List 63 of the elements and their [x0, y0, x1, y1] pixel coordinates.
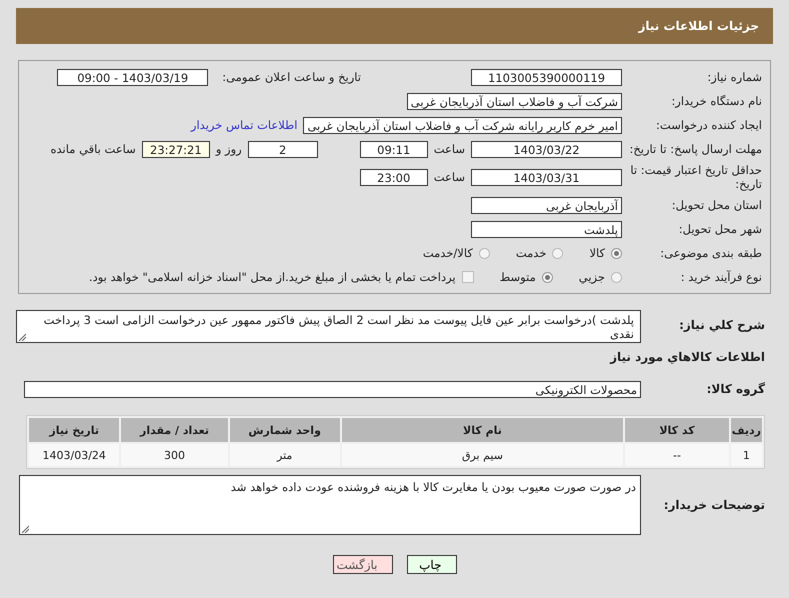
radio-button[interactable] [478, 248, 490, 258]
option-label: جزیي [578, 270, 605, 284]
column-header: تاریخ نیاز [29, 418, 120, 442]
table-cell: متر [230, 444, 340, 466]
date-field: 1403/03/22 [471, 140, 622, 158]
requester-field: امیر خرم کاربر رایانه شرکت آب و فاضلاب استان آذربایجان غربی [303, 116, 622, 134]
resize-grip-icon[interactable] [21, 525, 29, 533]
option-label: کالا/خدمت [422, 246, 473, 260]
option-label: متوسط [500, 270, 536, 284]
remaining-time-field: 23:27:21 [142, 140, 210, 158]
checkbox[interactable] [462, 271, 474, 283]
field-label: شماره نیاز: [706, 70, 762, 84]
field-label: ایجاد کننده درخواست: [655, 118, 762, 132]
time-field: 09:11 [360, 140, 428, 158]
column-header: کد کالا [625, 418, 729, 442]
radio-button[interactable] [611, 248, 622, 258]
column-header: نام کالا [342, 418, 624, 442]
field-label: نام دستگاه خریدار: [670, 94, 762, 108]
field-label: شرح کلي نياز: [678, 317, 765, 332]
field-label: طبقه بندی موضوعی: [659, 246, 762, 260]
table-cell: سیم برق [342, 444, 624, 466]
goods-group-field: محصولات الکترونیکی [24, 380, 641, 398]
description-field[interactable]: پلدشت )درخواست برابر عین فایل پیوست مد نظر است 2 الصاق پیش فاکتور ممهور عین درخواست الزامی است 3 پرداخت نقدی [16, 310, 641, 343]
field-label: شهر محل تحویل: [678, 222, 762, 236]
column-header: تعداد / مقدار [121, 418, 228, 442]
province-field: آذربایجان غربی [471, 196, 622, 214]
print-button[interactable]: چاپ [406, 555, 456, 574]
buyer-org-field: شرکت آب و فاضلاب استان آذربایجان غربی [406, 92, 622, 110]
field-label: استان محل تحویل: [670, 198, 762, 212]
field-label: توضیحات خریدار: [662, 498, 765, 512]
need-number-field: 1103005390000119 [471, 68, 622, 86]
resize-grip-icon[interactable] [18, 333, 26, 341]
table-cell: 1 [730, 444, 762, 466]
field-label: ساعت [434, 170, 465, 184]
radio-button[interactable] [552, 248, 564, 258]
option-label: کالا [589, 246, 605, 260]
column-header: ردیف [730, 418, 762, 442]
table-cell: 300 [121, 444, 228, 466]
field-label: نوع فرآیند خرید : [680, 270, 762, 284]
field-label: ساعت [434, 142, 465, 156]
city-field: پلدشت [471, 220, 622, 238]
announce-date-field: 1403/03/19 - 09:00 [57, 68, 208, 86]
field-label: گروه کالا: [706, 382, 765, 396]
contact-link[interactable]: اطلاعات تماس خریدار [190, 118, 298, 132]
page-title: جزئیات اطلاعات نیاز [638, 19, 759, 33]
field-label: مهلت ارسال پاسخ: تا تاریخ: [628, 142, 762, 156]
column-header: واحد شمارش [230, 418, 340, 442]
radio-button[interactable] [542, 272, 553, 282]
field-label: تاریخ و ساعت اعلان عمومی: [222, 70, 361, 84]
option-label: خدمت [516, 246, 546, 260]
section-heading: اطلاعات کالاهاي مورد نياز [610, 350, 765, 364]
radio-button[interactable] [611, 272, 622, 282]
table-cell: 1403/03/24 [29, 444, 120, 466]
back-button[interactable]: بازگشت [332, 555, 392, 574]
buyer-notes-field[interactable]: در صورت صورت معیوب بودن یا مغایرت کالا با هزینه فروشنده عودت داده خواهد شد [19, 475, 641, 535]
field-label: ساعت باقي مانده [50, 142, 136, 156]
date-field: 1403/03/31 [471, 168, 622, 186]
field-label: حداقل تاریخ اعتبار قیمت: تا تاریخ: [629, 163, 762, 191]
table-cell: -- [625, 444, 729, 466]
days-field: 2 [248, 140, 318, 158]
time-field: 23:00 [360, 168, 428, 186]
checkbox-label: پرداخت تمام یا بخشی از مبلغ خرید.از محل "اسناد خزانه اسلامی" خواهد بود. [88, 270, 456, 284]
field-label: روز و [216, 142, 242, 156]
